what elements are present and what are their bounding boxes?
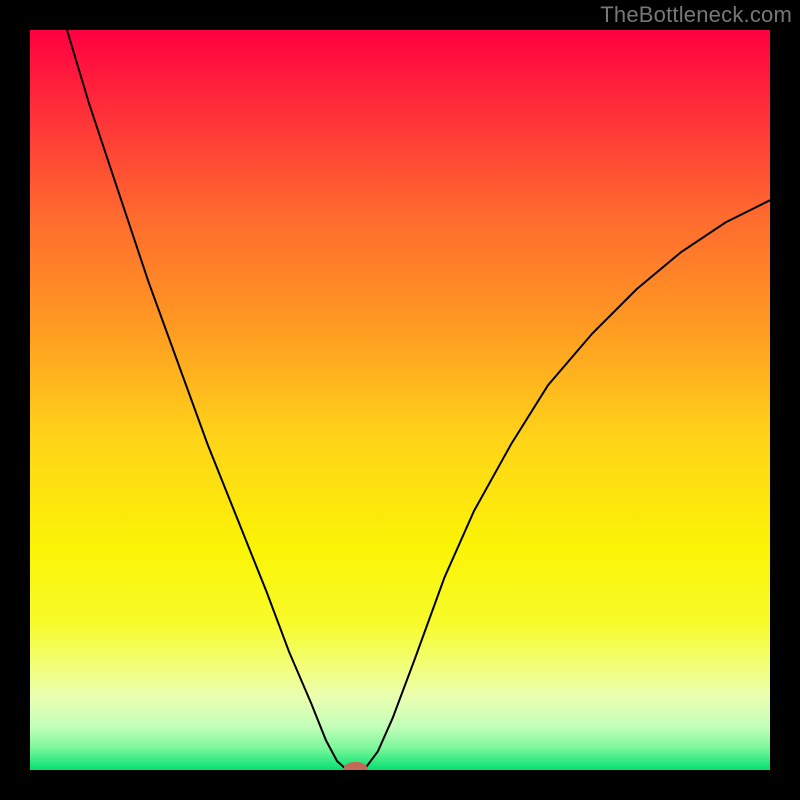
chart-background [30,30,770,770]
bottleneck-chart [30,30,770,770]
watermark-text: TheBottleneck.com [600,2,792,28]
